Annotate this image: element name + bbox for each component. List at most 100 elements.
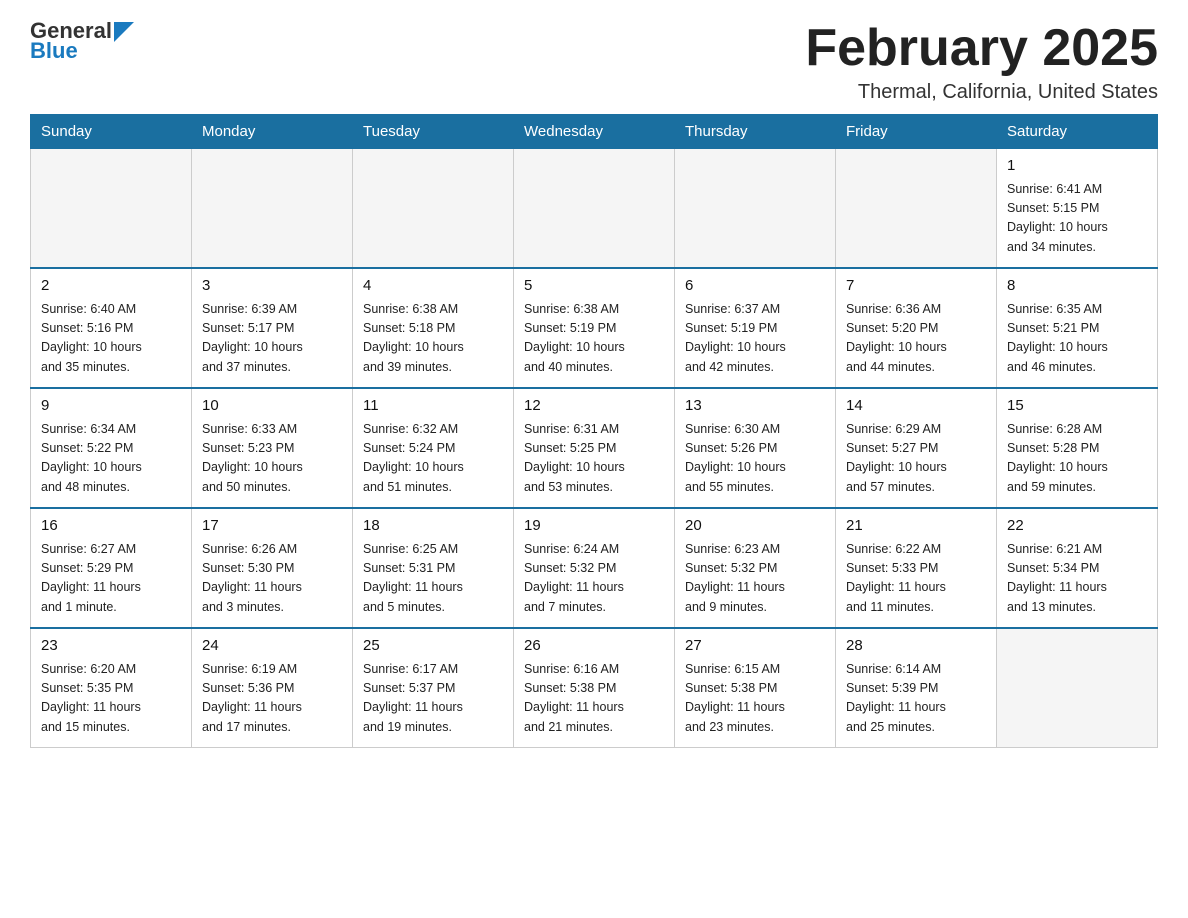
day-info: Sunrise: 6:31 AM Sunset: 5:25 PM Dayligh… — [524, 420, 664, 498]
calendar-table: SundayMondayTuesdayWednesdayThursdayFrid… — [30, 114, 1158, 748]
day-info: Sunrise: 6:40 AM Sunset: 5:16 PM Dayligh… — [41, 300, 181, 378]
calendar-day-cell: 7Sunrise: 6:36 AM Sunset: 5:20 PM Daylig… — [836, 268, 997, 388]
day-number: 11 — [363, 395, 503, 418]
day-number: 24 — [202, 635, 342, 658]
calendar-header-friday: Friday — [836, 115, 997, 149]
calendar-header-tuesday: Tuesday — [353, 115, 514, 149]
calendar-week-row: 16Sunrise: 6:27 AM Sunset: 5:29 PM Dayli… — [31, 508, 1158, 628]
day-number: 14 — [846, 395, 986, 418]
calendar-day-cell — [836, 149, 997, 269]
calendar-day-cell: 11Sunrise: 6:32 AM Sunset: 5:24 PM Dayli… — [353, 388, 514, 508]
day-number: 6 — [685, 275, 825, 298]
day-number: 10 — [202, 395, 342, 418]
calendar-day-cell: 23Sunrise: 6:20 AM Sunset: 5:35 PM Dayli… — [31, 628, 192, 748]
day-number: 22 — [1007, 515, 1147, 538]
calendar-day-cell: 2Sunrise: 6:40 AM Sunset: 5:16 PM Daylig… — [31, 268, 192, 388]
day-number: 8 — [1007, 275, 1147, 298]
calendar-day-cell: 4Sunrise: 6:38 AM Sunset: 5:18 PM Daylig… — [353, 268, 514, 388]
title-area: February 2025 Thermal, California, Unite… — [805, 20, 1158, 104]
day-info: Sunrise: 6:30 AM Sunset: 5:26 PM Dayligh… — [685, 420, 825, 498]
day-number: 16 — [41, 515, 181, 538]
day-number: 18 — [363, 515, 503, 538]
location-title: Thermal, California, United States — [805, 81, 1158, 104]
day-info: Sunrise: 6:27 AM Sunset: 5:29 PM Dayligh… — [41, 540, 181, 618]
day-number: 19 — [524, 515, 664, 538]
calendar-day-cell: 10Sunrise: 6:33 AM Sunset: 5:23 PM Dayli… — [192, 388, 353, 508]
day-number: 9 — [41, 395, 181, 418]
calendar-day-cell — [31, 149, 192, 269]
day-number: 3 — [202, 275, 342, 298]
calendar-day-cell: 24Sunrise: 6:19 AM Sunset: 5:36 PM Dayli… — [192, 628, 353, 748]
calendar-week-row: 2Sunrise: 6:40 AM Sunset: 5:16 PM Daylig… — [31, 268, 1158, 388]
day-info: Sunrise: 6:41 AM Sunset: 5:15 PM Dayligh… — [1007, 180, 1147, 258]
day-number: 26 — [524, 635, 664, 658]
day-info: Sunrise: 6:36 AM Sunset: 5:20 PM Dayligh… — [846, 300, 986, 378]
calendar-day-cell — [675, 149, 836, 269]
calendar-header-monday: Monday — [192, 115, 353, 149]
calendar-day-cell: 3Sunrise: 6:39 AM Sunset: 5:17 PM Daylig… — [192, 268, 353, 388]
day-info: Sunrise: 6:38 AM Sunset: 5:19 PM Dayligh… — [524, 300, 664, 378]
day-info: Sunrise: 6:19 AM Sunset: 5:36 PM Dayligh… — [202, 660, 342, 738]
calendar-day-cell — [353, 149, 514, 269]
day-info: Sunrise: 6:33 AM Sunset: 5:23 PM Dayligh… — [202, 420, 342, 498]
month-title: February 2025 — [805, 20, 1158, 77]
day-info: Sunrise: 6:24 AM Sunset: 5:32 PM Dayligh… — [524, 540, 664, 618]
calendar-header-row: SundayMondayTuesdayWednesdayThursdayFrid… — [31, 115, 1158, 149]
calendar-day-cell: 16Sunrise: 6:27 AM Sunset: 5:29 PM Dayli… — [31, 508, 192, 628]
logo-triangle-icon — [114, 22, 134, 42]
day-number: 17 — [202, 515, 342, 538]
calendar-day-cell: 13Sunrise: 6:30 AM Sunset: 5:26 PM Dayli… — [675, 388, 836, 508]
calendar-day-cell: 27Sunrise: 6:15 AM Sunset: 5:38 PM Dayli… — [675, 628, 836, 748]
day-info: Sunrise: 6:26 AM Sunset: 5:30 PM Dayligh… — [202, 540, 342, 618]
page-header: General Blue February 2025 Thermal, Cali… — [30, 20, 1158, 104]
calendar-day-cell: 5Sunrise: 6:38 AM Sunset: 5:19 PM Daylig… — [514, 268, 675, 388]
day-info: Sunrise: 6:37 AM Sunset: 5:19 PM Dayligh… — [685, 300, 825, 378]
calendar-day-cell: 19Sunrise: 6:24 AM Sunset: 5:32 PM Dayli… — [514, 508, 675, 628]
logo-blue-text: Blue — [30, 38, 78, 64]
day-number: 23 — [41, 635, 181, 658]
calendar-day-cell: 28Sunrise: 6:14 AM Sunset: 5:39 PM Dayli… — [836, 628, 997, 748]
day-info: Sunrise: 6:29 AM Sunset: 5:27 PM Dayligh… — [846, 420, 986, 498]
day-info: Sunrise: 6:25 AM Sunset: 5:31 PM Dayligh… — [363, 540, 503, 618]
calendar-day-cell: 26Sunrise: 6:16 AM Sunset: 5:38 PM Dayli… — [514, 628, 675, 748]
calendar-week-row: 1Sunrise: 6:41 AM Sunset: 5:15 PM Daylig… — [31, 149, 1158, 269]
calendar-day-cell: 22Sunrise: 6:21 AM Sunset: 5:34 PM Dayli… — [997, 508, 1158, 628]
day-info: Sunrise: 6:16 AM Sunset: 5:38 PM Dayligh… — [524, 660, 664, 738]
day-number: 4 — [363, 275, 503, 298]
calendar-header-sunday: Sunday — [31, 115, 192, 149]
day-number: 7 — [846, 275, 986, 298]
calendar-day-cell — [514, 149, 675, 269]
day-number: 12 — [524, 395, 664, 418]
calendar-day-cell: 14Sunrise: 6:29 AM Sunset: 5:27 PM Dayli… — [836, 388, 997, 508]
day-info: Sunrise: 6:22 AM Sunset: 5:33 PM Dayligh… — [846, 540, 986, 618]
day-number: 15 — [1007, 395, 1147, 418]
calendar-day-cell: 21Sunrise: 6:22 AM Sunset: 5:33 PM Dayli… — [836, 508, 997, 628]
calendar-day-cell: 18Sunrise: 6:25 AM Sunset: 5:31 PM Dayli… — [353, 508, 514, 628]
day-info: Sunrise: 6:34 AM Sunset: 5:22 PM Dayligh… — [41, 420, 181, 498]
day-number: 1 — [1007, 155, 1147, 178]
day-info: Sunrise: 6:23 AM Sunset: 5:32 PM Dayligh… — [685, 540, 825, 618]
calendar-day-cell: 20Sunrise: 6:23 AM Sunset: 5:32 PM Dayli… — [675, 508, 836, 628]
day-info: Sunrise: 6:28 AM Sunset: 5:28 PM Dayligh… — [1007, 420, 1147, 498]
calendar-day-cell: 25Sunrise: 6:17 AM Sunset: 5:37 PM Dayli… — [353, 628, 514, 748]
day-number: 27 — [685, 635, 825, 658]
calendar-week-row: 9Sunrise: 6:34 AM Sunset: 5:22 PM Daylig… — [31, 388, 1158, 508]
calendar-week-row: 23Sunrise: 6:20 AM Sunset: 5:35 PM Dayli… — [31, 628, 1158, 748]
day-number: 13 — [685, 395, 825, 418]
day-number: 2 — [41, 275, 181, 298]
calendar-day-cell: 1Sunrise: 6:41 AM Sunset: 5:15 PM Daylig… — [997, 149, 1158, 269]
day-number: 21 — [846, 515, 986, 538]
day-info: Sunrise: 6:32 AM Sunset: 5:24 PM Dayligh… — [363, 420, 503, 498]
day-info: Sunrise: 6:14 AM Sunset: 5:39 PM Dayligh… — [846, 660, 986, 738]
calendar-day-cell: 12Sunrise: 6:31 AM Sunset: 5:25 PM Dayli… — [514, 388, 675, 508]
logo: General Blue — [30, 20, 134, 64]
calendar-day-cell — [192, 149, 353, 269]
day-info: Sunrise: 6:38 AM Sunset: 5:18 PM Dayligh… — [363, 300, 503, 378]
calendar-header-saturday: Saturday — [997, 115, 1158, 149]
day-info: Sunrise: 6:35 AM Sunset: 5:21 PM Dayligh… — [1007, 300, 1147, 378]
calendar-day-cell — [997, 628, 1158, 748]
calendar-header-wednesday: Wednesday — [514, 115, 675, 149]
day-number: 28 — [846, 635, 986, 658]
calendar-day-cell: 15Sunrise: 6:28 AM Sunset: 5:28 PM Dayli… — [997, 388, 1158, 508]
calendar-day-cell: 17Sunrise: 6:26 AM Sunset: 5:30 PM Dayli… — [192, 508, 353, 628]
